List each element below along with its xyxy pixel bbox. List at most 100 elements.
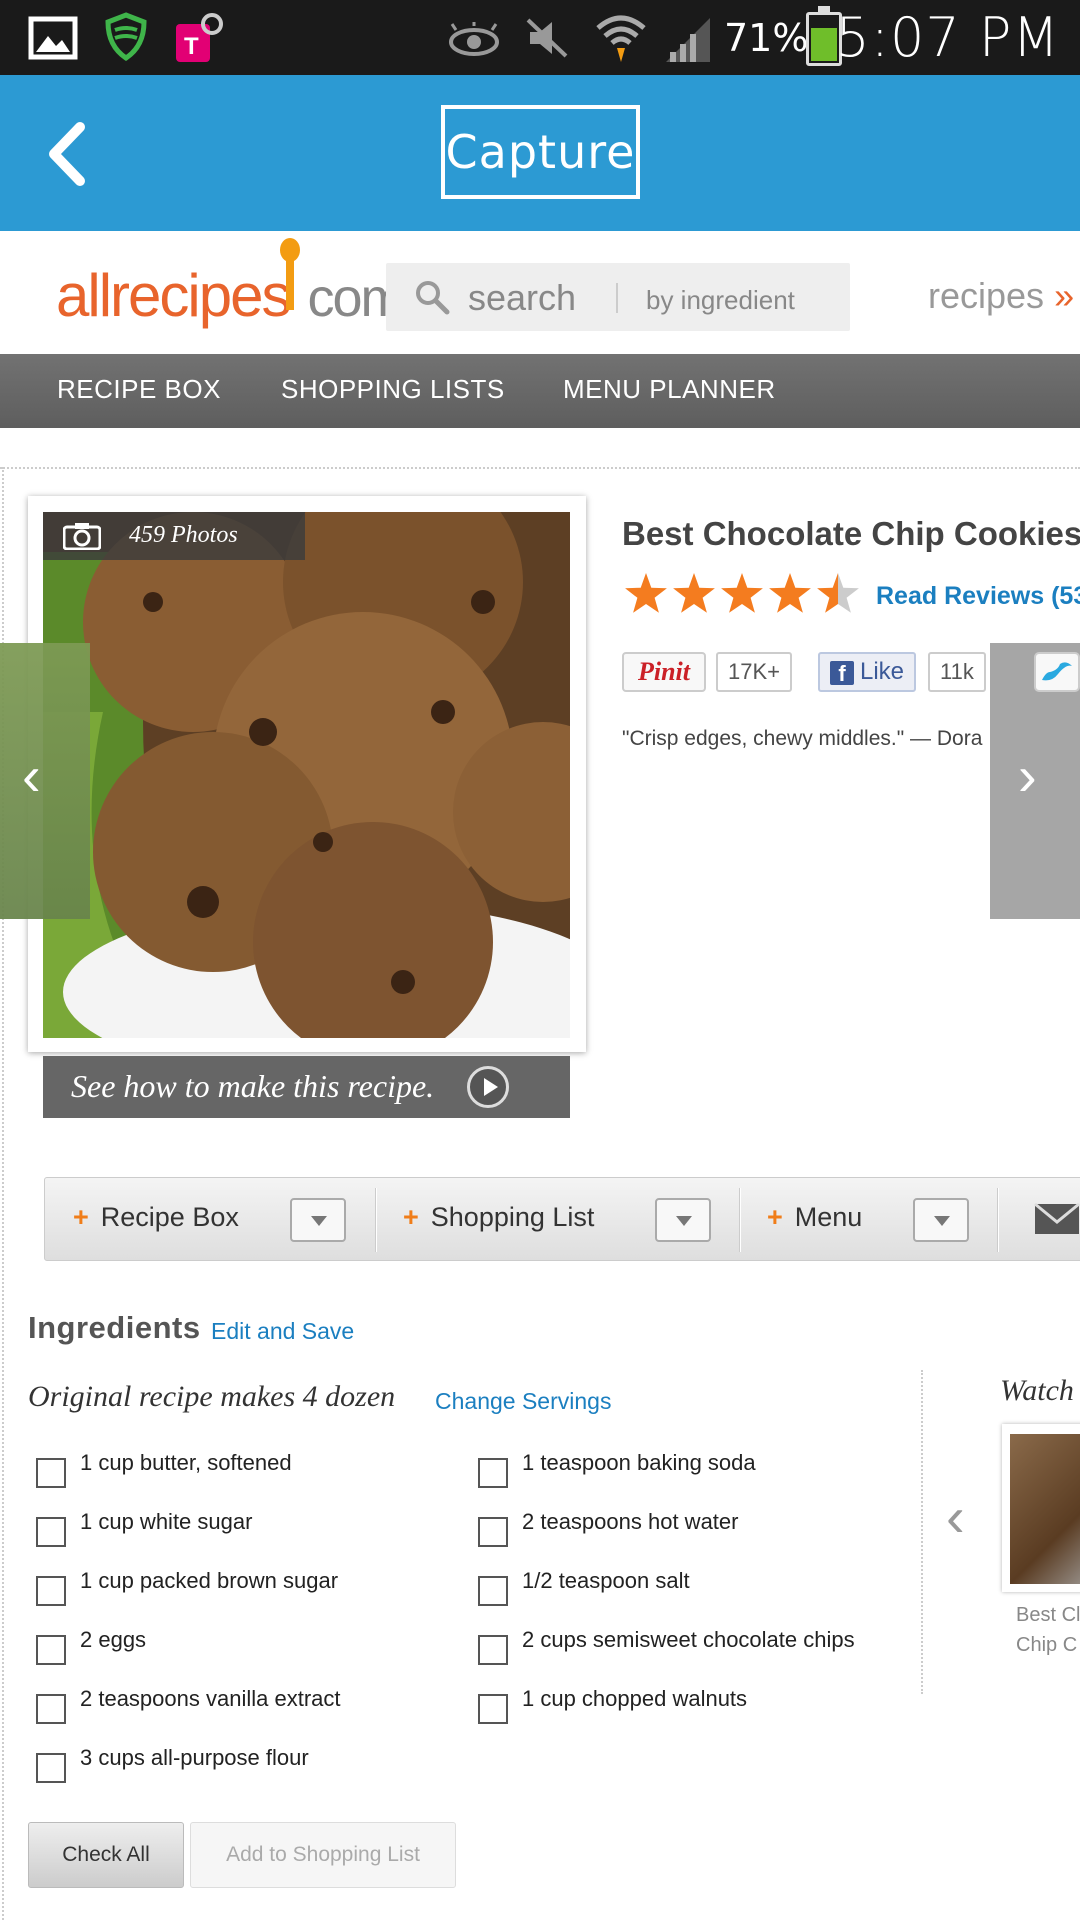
shopping-list-dropdown[interactable] (655, 1198, 711, 1242)
recipes-nav-link[interactable]: recipes » (928, 275, 1074, 317)
eye-icon (449, 22, 499, 56)
add-to-menu-button[interactable]: + Menu (767, 1202, 862, 1233)
ingredient-label: 1 cup white sugar (80, 1509, 253, 1534)
content-border (0, 467, 1080, 469)
facebook-like-button[interactable]: f Like (818, 652, 916, 692)
pin-count: 17K+ (716, 652, 792, 692)
search-divider (616, 283, 618, 313)
video-thumbnail-image (1010, 1434, 1080, 1584)
see-how-label: See how to make this recipe. (71, 1068, 435, 1104)
play-icon (467, 1066, 509, 1108)
site-header: allrecipes com search by ingredient recip… (0, 231, 1080, 354)
see-how-video-button[interactable]: See how to make this recipe. (43, 1056, 570, 1118)
twitter-icon[interactable] (1034, 652, 1080, 692)
signal-icon (666, 18, 710, 62)
ingredients-heading: Ingredients (28, 1310, 201, 1345)
watch-divider (921, 1370, 923, 1694)
recipe-photo-frame: 459 Photos (28, 496, 586, 1052)
recipe-box-dropdown[interactable] (290, 1198, 346, 1242)
spoon-icon (280, 238, 301, 310)
status-bar: T 71% 5:07 PM (0, 0, 1080, 75)
app-bar: Capture (0, 75, 1080, 231)
battery-percent: 71% (724, 16, 809, 60)
svg-text:T: T (184, 33, 199, 60)
add-to-shopping-list-button[interactable]: + Shopping List (403, 1202, 594, 1233)
read-reviews-link[interactable]: Read Reviews (534 (876, 582, 1080, 611)
search-box[interactable]: search by ingredient (386, 263, 850, 331)
plus-icon: + (403, 1202, 419, 1232)
camera-icon (63, 523, 101, 550)
ingredient-label: 2 teaspoons vanilla extract (80, 1686, 341, 1711)
ingredient-checkbox[interactable] (478, 1576, 508, 1606)
check-all-button[interactable]: Check All (28, 1822, 184, 1888)
carousel-prev-preview (0, 643, 90, 919)
ingredient-label: 1 teaspoon baking soda (522, 1450, 756, 1475)
photo-count-badge[interactable]: 459 Photos (43, 512, 305, 560)
mute-icon (526, 18, 568, 58)
change-servings-link[interactable]: Change Servings (435, 1388, 611, 1415)
wifi-icon (596, 15, 646, 62)
ingredient-checkbox[interactable] (478, 1458, 508, 1488)
ingredient-checkbox[interactable] (36, 1458, 66, 1488)
photo-count-label: 459 Photos (129, 522, 238, 548)
star-icon (721, 573, 763, 613)
star-icon (817, 573, 859, 613)
ingredient-checkbox[interactable] (478, 1635, 508, 1665)
recipe-photo[interactable] (43, 512, 570, 1038)
search-icon (416, 281, 450, 315)
star-icon (769, 573, 811, 613)
original-yield: Original recipe makes 4 dozen (28, 1380, 396, 1413)
plus-icon: + (73, 1202, 89, 1232)
video-thumbnail[interactable] (1002, 1424, 1080, 1592)
chevron-left-icon: ‹ (22, 744, 41, 807)
pinit-button[interactable]: Pinit (622, 652, 706, 692)
ingredient-label: 2 teaspoons hot water (522, 1509, 739, 1534)
ingredient-checkbox[interactable] (36, 1694, 66, 1724)
add-to-recipe-box-button[interactable]: + Recipe Box (73, 1202, 239, 1233)
app-title: Capture (441, 105, 640, 199)
ingredient-label: 1 cup packed brown sugar (80, 1568, 339, 1593)
account-nav: RECIPE BOX SHOPPING LISTS MENU PLANNER (0, 354, 1080, 428)
star-icon (673, 573, 715, 613)
ingredient-label: 1/2 teaspoon salt (522, 1568, 690, 1593)
add-to-shopping-list-button[interactable]: Add to Shopping List (190, 1822, 456, 1888)
carousel-prev-button[interactable]: ‹ (0, 643, 90, 919)
ingredient-checkbox[interactable] (478, 1694, 508, 1724)
ingredient-label: 3 cups all-purpose flour (80, 1745, 309, 1770)
shield-icon (105, 12, 147, 62)
ingredient-checkbox[interactable] (36, 1753, 66, 1783)
nav-shopping-lists[interactable]: SHOPPING LISTS (281, 374, 505, 405)
ingredient-checkbox[interactable] (36, 1576, 66, 1606)
cookies-image (43, 512, 570, 1038)
search-by-ingredient-link[interactable]: by ingredient (646, 285, 795, 316)
plus-icon: + (767, 1202, 783, 1232)
nav-menu-planner[interactable]: MENU PLANNER (563, 374, 776, 405)
ingredient-label: 1 cup chopped walnuts (522, 1686, 748, 1711)
ingredient-label: 2 cups semisweet chocolate chips (522, 1627, 855, 1652)
recipe-title: Best Chocolate Chip Cookies (622, 515, 1080, 552)
menu-dropdown[interactable] (913, 1198, 969, 1242)
ingredient-label: 2 eggs (80, 1627, 147, 1652)
edit-and-save-link[interactable]: Edit and Save (211, 1318, 354, 1345)
watch-prev-button[interactable]: ‹ (946, 1484, 965, 1549)
recipe-quote: "Crisp edges, chewy middles." — Dora (622, 727, 983, 750)
ingredient-label: 1 cup butter, softened (80, 1450, 292, 1475)
recipe-action-bar: + Recipe Box + Shopping List + Menu (44, 1177, 1080, 1261)
gallery-icon (28, 16, 78, 60)
rating-stars (625, 573, 859, 613)
back-arrow-icon[interactable] (40, 119, 100, 189)
facebook-like-count: 11k (928, 652, 986, 692)
allrecipes-logo[interactable]: allrecipes com (56, 238, 405, 330)
tmobile-icon: T (176, 13, 223, 62)
chevron-right-icon: › (1018, 744, 1037, 807)
ingredient-checkbox[interactable] (478, 1517, 508, 1547)
search-input[interactable]: search (468, 277, 576, 319)
ingredient-checkbox[interactable] (36, 1635, 66, 1665)
video-caption[interactable]: Best Cl Chip C (1016, 1600, 1080, 1660)
clock: 5:07 PM (835, 6, 1060, 69)
email-icon[interactable] (1033, 1202, 1080, 1236)
action-separator (997, 1188, 999, 1252)
watch-heading: Watch (1000, 1374, 1074, 1407)
nav-recipe-box[interactable]: RECIPE BOX (57, 374, 221, 405)
ingredient-checkbox[interactable] (36, 1517, 66, 1547)
